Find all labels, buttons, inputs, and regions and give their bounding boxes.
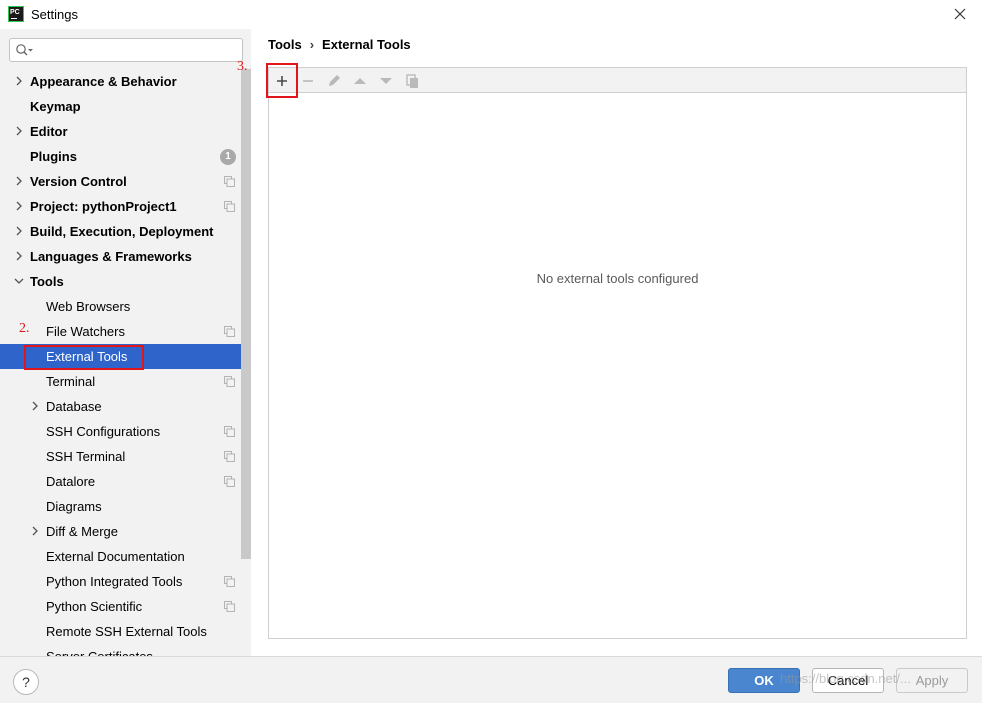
sidebar-item-label: Database — [46, 399, 102, 414]
sidebar-item-web-browsers[interactable]: Web Browsers — [0, 294, 240, 319]
external-tools-list[interactable]: No external tools configured — [268, 92, 967, 639]
sidebar-item-ssh-configurations[interactable]: SSH Configurations — [0, 419, 240, 444]
breadcrumb: Tools › External Tools — [268, 37, 411, 52]
sidebar-item-label: Editor — [30, 124, 68, 139]
sidebar-item-label: Version Control — [30, 174, 127, 189]
sidebar-item-label: Python Integrated Tools — [46, 574, 183, 589]
watermark-text: https://blog.csdn.net/... — [780, 671, 911, 686]
chevron-right-icon[interactable] — [14, 176, 24, 186]
sidebar-item-file-watchers[interactable]: File Watchers — [0, 319, 240, 344]
sidebar-item-label: Keymap — [30, 99, 81, 114]
sidebar-item-server-certificates[interactable]: Server Certificates — [0, 644, 240, 656]
sidebar-item-build-execution-deployment[interactable]: Build, Execution, Deployment — [0, 219, 240, 244]
sidebar-item-label: Plugins — [30, 149, 77, 164]
project-settings-icon — [224, 426, 235, 437]
sidebar-item-datalore[interactable]: Datalore — [0, 469, 240, 494]
search-input[interactable] — [9, 38, 243, 62]
empty-state-text: No external tools configured — [536, 271, 699, 286]
project-settings-icon — [224, 176, 235, 187]
sidebar-item-project-pythonproject1[interactable]: Project: pythonProject1 — [0, 194, 240, 219]
breadcrumb-separator: › — [309, 37, 315, 52]
sidebar-item-label: Diff & Merge — [46, 524, 119, 539]
chevron-right-icon[interactable] — [14, 76, 24, 86]
content-panel: Tools › External Tools No external tools c… — [251, 29, 982, 656]
help-button[interactable]: ? — [13, 669, 39, 695]
title-bar: PC Settings — [0, 0, 982, 29]
edit-icon[interactable] — [323, 70, 345, 92]
sidebar-item-appearance-behavior[interactable]: Appearance & Behavior — [0, 69, 240, 94]
breadcrumb-parent[interactable]: Tools — [268, 37, 302, 52]
sidebar-item-ssh-terminal[interactable]: SSH Terminal — [0, 444, 240, 469]
chevron-down-icon[interactable] — [14, 276, 24, 286]
sidebar-item-label: Appearance & Behavior — [30, 74, 177, 89]
project-settings-icon — [224, 326, 235, 337]
window-title: Settings — [31, 7, 78, 22]
close-icon[interactable] — [951, 5, 969, 23]
settings-sidebar: Appearance & Behavior Keymap Editor Plugins… — [0, 29, 251, 656]
sidebar-scrollbar[interactable] — [241, 69, 251, 559]
sidebar-item-diagrams[interactable]: Diagrams — [0, 494, 240, 519]
sidebar-item-label: Project: pythonProject1 — [30, 199, 177, 214]
sidebar-item-label: Terminal — [46, 374, 96, 389]
sidebar-item-database[interactable]: Database — [0, 394, 240, 419]
move-up-icon[interactable] — [349, 70, 371, 92]
breadcrumb-current: External Tools — [322, 37, 411, 52]
annotation-box-add-button — [266, 63, 298, 98]
search-icon — [16, 44, 33, 56]
sidebar-item-label: Web Browsers — [46, 299, 131, 314]
chevron-right-icon[interactable] — [14, 226, 24, 236]
sidebar-item-label: Server Certificates — [46, 644, 153, 656]
chevron-right-icon[interactable] — [14, 201, 24, 211]
sidebar-item-label: File Watchers — [46, 324, 125, 339]
project-settings-icon — [224, 476, 235, 487]
project-settings-icon — [224, 601, 235, 612]
remove-icon[interactable] — [297, 70, 319, 92]
sidebar-item-label: SSH Configurations — [46, 424, 161, 439]
dialog-footer: ? OK Cancel Apply https://blog.csdn.net/… — [0, 656, 982, 703]
project-settings-icon — [224, 201, 235, 212]
annotation-box-external-tools — [24, 345, 144, 370]
sidebar-item-label: Remote SSH External Tools — [46, 624, 207, 639]
sidebar-item-label: Diagrams — [46, 499, 102, 514]
project-settings-icon — [224, 576, 235, 587]
sidebar-item-remote-ssh-external-tools[interactable]: Remote SSH External Tools — [0, 619, 240, 644]
sidebar-item-languages-frameworks[interactable]: Languages & Frameworks — [0, 244, 240, 269]
pycharm-logo-icon: PC — [8, 6, 24, 22]
sidebar-item-python-integrated-tools[interactable]: Python Integrated Tools — [0, 569, 240, 594]
sidebar-item-label: External Documentation — [46, 549, 185, 564]
sidebar-item-label: Tools — [30, 274, 64, 289]
sidebar-item-label: Python Scientific — [46, 599, 143, 614]
sidebar-item-plugins[interactable]: Plugins 1 — [0, 144, 240, 169]
annotation-step-3: 3. — [237, 59, 248, 74]
sidebar-item-tools[interactable]: Tools — [0, 269, 240, 294]
sidebar-item-label: Languages & Frameworks — [30, 249, 192, 264]
project-settings-icon — [224, 451, 235, 462]
update-count-badge: 1 — [220, 149, 236, 165]
sidebar-item-terminal[interactable]: Terminal — [0, 369, 240, 394]
annotation-step-2: 2. — [19, 321, 30, 336]
sidebar-item-keymap[interactable]: Keymap — [0, 94, 240, 119]
copy-icon[interactable] — [401, 70, 423, 92]
move-down-icon[interactable] — [375, 70, 397, 92]
chevron-right-icon[interactable] — [14, 251, 24, 261]
sidebar-item-version-control[interactable]: Version Control — [0, 169, 240, 194]
chevron-right-icon[interactable] — [30, 401, 40, 411]
sidebar-item-diff-merge[interactable]: Diff & Merge — [0, 519, 240, 544]
sidebar-item-external-documentation[interactable]: External Documentation — [0, 544, 240, 569]
chevron-right-icon[interactable] — [14, 126, 24, 136]
external-tools-toolbar — [268, 67, 967, 93]
sidebar-item-label: Build, Execution, Deployment — [30, 224, 214, 239]
sidebar-item-label: SSH Terminal — [46, 449, 126, 464]
sidebar-scroll-track — [241, 559, 251, 656]
sidebar-item-label: Datalore — [46, 474, 96, 489]
project-settings-icon — [224, 376, 235, 387]
sidebar-item-editor[interactable]: Editor — [0, 119, 240, 144]
chevron-right-icon[interactable] — [30, 526, 40, 536]
sidebar-item-python-scientific[interactable]: Python Scientific — [0, 594, 240, 619]
